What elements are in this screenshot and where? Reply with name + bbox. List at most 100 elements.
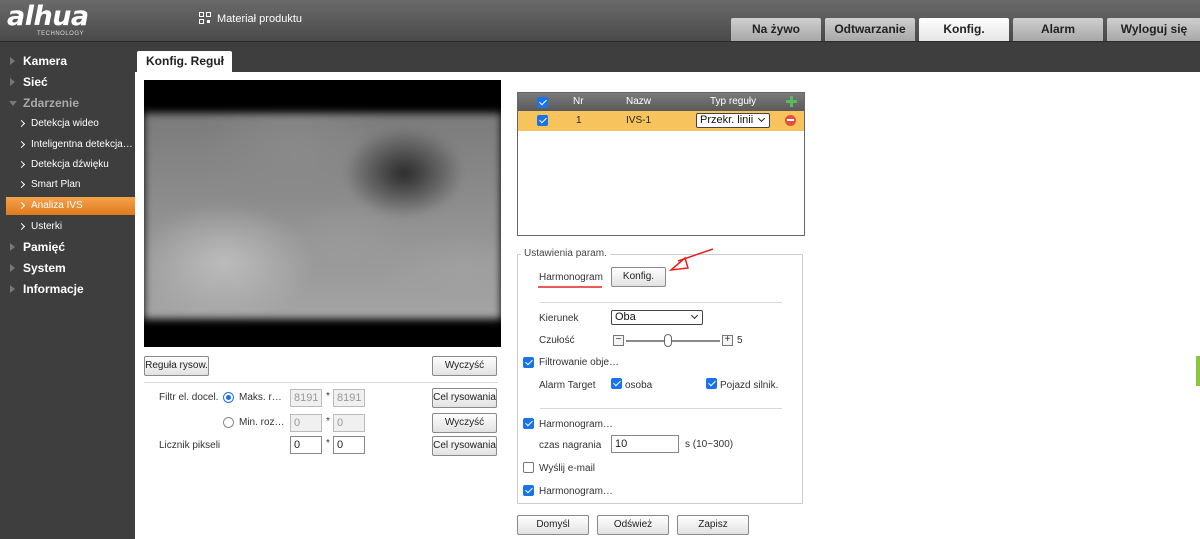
rule-table: Nr Nazw Typ reguły 1 IVS-1 Przekr. linii [517, 92, 805, 236]
sidebar-sub-smart-detection[interactable]: Inteligentna detekcja r… [6, 136, 135, 154]
sidebar: Kamera Sieć Zdarzenie Detekcja wideo Int… [0, 42, 135, 539]
collapsed-arrow-icon [10, 264, 15, 272]
record-time-input[interactable]: 10 [611, 435, 679, 453]
product-material-link[interactable]: Materiał produktu [199, 12, 302, 25]
dahua-logo: alhua TECHNOLOGY [7, 2, 119, 38]
min-size-radio[interactable] [223, 417, 234, 428]
clear-button-2[interactable]: Wyczyść [432, 413, 497, 433]
nav-config[interactable]: Konfig. [919, 18, 1009, 41]
max-size-radio[interactable] [223, 392, 234, 403]
sidebar-item-label: Kamera [23, 54, 68, 68]
sidebar-item-label: Pamięć [23, 240, 66, 254]
schedule-checkbox-1[interactable] [523, 418, 534, 429]
send-email-checkbox[interactable] [523, 462, 534, 473]
sidebar-sub-label: Detekcja dźwięku [31, 159, 109, 170]
alarm-target-person-checkbox[interactable] [611, 378, 622, 389]
product-material-label: Materiał produktu [217, 12, 302, 25]
sidebar-item-label: Zdarzenie [23, 96, 80, 110]
sidebar-item-storage[interactable]: Pamięć [0, 237, 135, 257]
alarm-target-label: Alarm Target [539, 380, 596, 391]
schedule-check-label-1: Harmonogram… [539, 419, 613, 430]
nav-playback[interactable]: Odtwarzanie [825, 18, 915, 41]
chevron-right-icon [17, 119, 26, 128]
min-height-input[interactable]: 0 [333, 414, 365, 432]
sensitivity-decrease-button[interactable]: − [613, 335, 624, 346]
rule-table-header: Nr Nazw Typ reguły [518, 93, 804, 111]
sidebar-sub-video-detection[interactable]: Detekcja wideo [6, 115, 135, 133]
sidebar-item-event[interactable]: Zdarzenie [0, 93, 135, 113]
sidebar-sub-ivs-analysis[interactable]: Analiza IVS [6, 197, 135, 215]
main-nav: Na żywo Odtwarzanie Konfig. Alarm Wylogu… [731, 18, 1200, 41]
alarm-target-vehicle-checkbox[interactable] [706, 378, 717, 389]
draw-target-button-2[interactable]: Cel rysowania [432, 436, 497, 456]
add-rule-icon[interactable] [786, 96, 797, 107]
chevron-right-icon [17, 201, 26, 210]
pixel-width-input[interactable]: 0 [290, 436, 322, 454]
clear-button-1[interactable]: Wyczyść [432, 356, 497, 376]
logo-subtext: TECHNOLOGY [37, 31, 85, 37]
sidebar-item-camera[interactable]: Kamera [0, 51, 135, 71]
sidebar-sub-smart-plan[interactable]: Smart Plan [6, 176, 135, 194]
rule-type-select[interactable]: Przekr. linii [696, 113, 770, 128]
divider [540, 302, 782, 303]
record-time-range: s (10~300) [685, 439, 734, 450]
draw-target-button-1[interactable]: Cel rysowania [432, 388, 497, 408]
sidebar-item-info[interactable]: Informacje [0, 279, 135, 299]
chevron-down-icon [690, 311, 699, 320]
times-sign: * [326, 391, 330, 402]
sidebar-item-system[interactable]: System [0, 258, 135, 278]
pixel-height-input[interactable]: 0 [333, 436, 365, 454]
sidebar-item-label: Sieć [23, 75, 48, 89]
direction-select[interactable]: Oba [611, 310, 703, 325]
video-image [144, 113, 501, 319]
annotation-arrow-icon [538, 248, 714, 288]
sidebar-item-label: System [23, 261, 66, 275]
sidebar-sub-faults[interactable]: Usterki [6, 218, 135, 236]
sensitivity-label: Czułość [539, 335, 575, 346]
sidebar-sub-label: Inteligentna detekcja r… [31, 139, 135, 150]
sidebar-sub-label: Detekcja wideo [31, 118, 99, 129]
top-bar: alhua TECHNOLOGY Materiał produktu Na ży… [0, 0, 1200, 42]
row-name: IVS-1 [626, 115, 652, 126]
qr-code-icon [199, 12, 212, 25]
divider [540, 408, 782, 409]
sidebar-sub-label: Analiza IVS [31, 200, 83, 211]
min-width-input[interactable]: 0 [290, 414, 322, 432]
save-button[interactable]: Zapisz [677, 515, 749, 535]
schedule-checkbox-2[interactable] [523, 485, 534, 496]
refresh-button[interactable]: Odśwież [597, 515, 669, 535]
max-size-label: Maks. r… [239, 392, 282, 403]
target-filter-label: Filtr el. docel. [159, 392, 219, 403]
sidebar-sub-label: Smart Plan [31, 179, 81, 190]
sensitivity-slider-thumb[interactable] [664, 334, 672, 347]
row-checkbox[interactable] [537, 115, 548, 126]
draw-rule-button[interactable]: Reguła rysow. [144, 356, 209, 376]
chevron-down-icon [757, 114, 766, 123]
max-width-input[interactable]: 8191 [290, 389, 322, 407]
expanded-arrow-icon [9, 101, 17, 106]
max-height-input[interactable]: 8191 [333, 389, 365, 407]
collapsed-arrow-icon [10, 285, 15, 293]
delete-rule-icon[interactable] [785, 115, 796, 126]
sidebar-item-network[interactable]: Sieć [0, 72, 135, 92]
object-filter-checkbox[interactable] [523, 357, 534, 368]
sensitivity-increase-button[interactable]: + [722, 335, 733, 346]
sidebar-sub-audio-detection[interactable]: Detekcja dźwięku [6, 156, 135, 174]
sensitivity-slider-track[interactable] [626, 340, 720, 342]
sidebar-item-label: Informacje [23, 282, 84, 296]
col-rule-type: Typ reguły [710, 96, 757, 107]
nav-logout[interactable]: Wyloguj się [1107, 18, 1200, 41]
default-button[interactable]: Domyśl [517, 515, 589, 535]
video-preview[interactable] [144, 80, 501, 347]
nav-alarm[interactable]: Alarm [1013, 18, 1103, 41]
alarm-target-vehicle-label: Pojazd silnik. [720, 380, 779, 391]
pixel-counter-label: Licznik pikseli [159, 440, 221, 451]
table-row[interactable]: 1 IVS-1 Przekr. linii [518, 111, 804, 131]
tab-rule-config[interactable]: Konfig. Reguł [137, 51, 232, 72]
nav-live[interactable]: Na żywo [731, 18, 821, 41]
direction-label: Kierunek [539, 313, 579, 324]
select-all-checkbox[interactable] [537, 97, 548, 108]
logo-text: alhua [7, 1, 89, 32]
send-email-label: Wyślij e-mail [539, 463, 596, 474]
object-filter-label: Filtrowanie obje… [539, 357, 620, 368]
